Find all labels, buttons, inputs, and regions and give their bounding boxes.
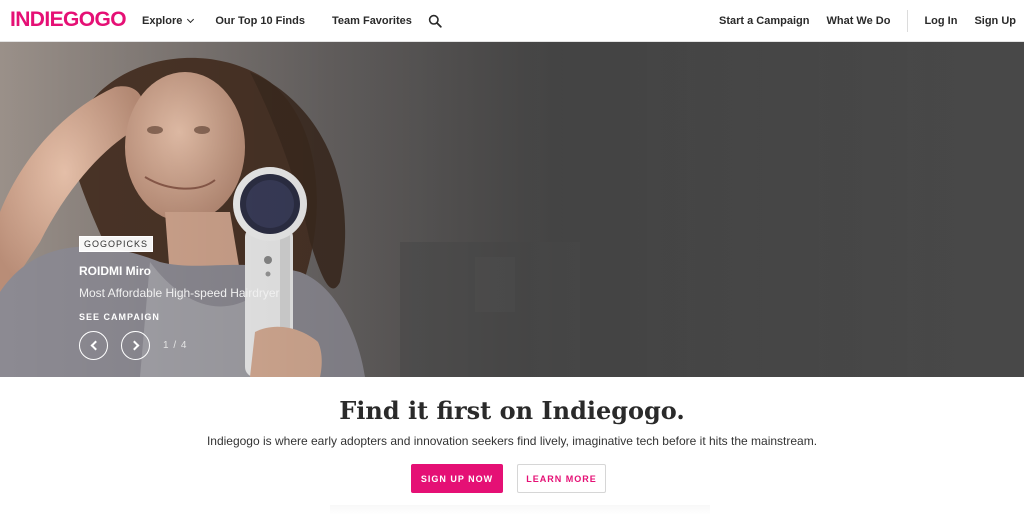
nav-log-in[interactable]: Log In [924,15,957,27]
carousel-next-button[interactable] [121,331,150,360]
slide-counter: 1 / 4 [163,340,188,351]
nav-start-campaign[interactable]: Start a Campaign [719,15,809,27]
hero-image [0,42,1024,377]
nav-sign-up[interactable]: Sign Up [974,15,1016,27]
hero-caption: GOGOPICKS ROIDMI Miro Most Affordable Hi… [79,234,280,322]
chevron-right-icon [129,340,139,351]
account-nav: Start a Campaign What We Do Log In Sign … [719,0,1016,42]
nav-top-10-finds[interactable]: Our Top 10 Finds [215,15,305,27]
see-campaign-link[interactable]: SEE CAMPAIGN [79,312,280,322]
indiegogo-logo[interactable]: INDIEGOGO [10,9,127,31]
sign-up-now-button[interactable]: SIGN UP NOW [411,464,503,493]
promo-actions: SIGN UP NOW LEARN MORE [411,464,606,493]
promo-heading: Find it first on Indiegogo. [339,396,685,425]
hero-carousel: GOGOPICKS ROIDMI Miro Most Affordable Hi… [0,42,1024,377]
campaign-subtitle: Most Affordable High-speed Hairdryer [79,286,280,300]
section-shadow [330,505,710,515]
nav-team-favorites[interactable]: Team Favorites [332,15,412,27]
primary-nav: Explore Our Top 10 Finds Team Favorites [142,0,442,42]
promo-description: Indiegogo is where early adopters and in… [206,434,818,448]
nav-what-we-do[interactable]: What We Do [826,15,890,27]
gogopicks-badge: GOGOPICKS [79,236,154,252]
nav-explore[interactable]: Explore [142,15,195,27]
chevron-left-icon [90,340,100,351]
search-icon[interactable] [428,14,442,28]
carousel-prev-button[interactable] [79,331,108,360]
nav-explore-label: Explore [142,15,183,27]
carousel-controls: 1 / 4 [79,331,187,360]
campaign-title[interactable]: ROIDMI Miro [79,264,280,278]
learn-more-button[interactable]: LEARN MORE [517,464,606,493]
top-navigation: INDIEGOGO Explore Our Top 10 Finds Team … [0,0,1024,42]
nav-divider [907,10,909,32]
chevron-down-icon [187,15,195,24]
